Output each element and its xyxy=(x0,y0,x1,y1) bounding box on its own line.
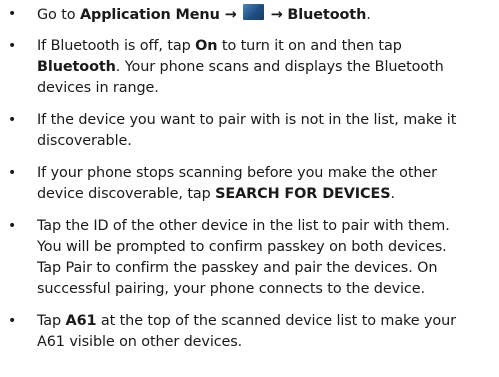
instruction-text: If the device you want to pair with is n… xyxy=(37,112,457,128)
instruction-text: If your phone stops scanning before you … xyxy=(37,165,437,181)
instruction-text: at the top of the scanned device list to… xyxy=(96,313,456,329)
instruction-text: discoverable. xyxy=(37,133,132,149)
instruction-line: Bluetooth. Your phone scans and displays… xyxy=(37,57,444,78)
instruction-line: If Bluetooth is off, tap On to turn it o… xyxy=(37,36,402,57)
instruction-line: Go to Application Menu → → Bluetooth. xyxy=(37,4,371,26)
instruction-bold-text: SEARCH FOR DEVICES xyxy=(215,186,391,202)
instruction-bold-text: On xyxy=(195,38,218,54)
bullet: • xyxy=(8,38,17,54)
instruction-line: discoverable. xyxy=(37,131,132,152)
bullet: • xyxy=(8,218,17,234)
bullet: • xyxy=(8,313,17,329)
instruction-text: A61 visible on other devices. xyxy=(37,334,243,350)
instruction-bold-text: A61 xyxy=(65,313,97,329)
instruction-bold-text: → Bluetooth xyxy=(270,7,367,23)
instruction-text: If Bluetooth is off, tap xyxy=(37,38,196,54)
instruction-text: devices in range. xyxy=(37,80,159,96)
instruction-line: A61 visible on other devices. xyxy=(37,332,242,353)
instruction-text: . xyxy=(390,186,396,202)
bullet: • xyxy=(8,165,17,181)
instruction-text: device discoverable, tap xyxy=(37,186,216,202)
instruction-bold-text: Application Menu → xyxy=(79,7,237,23)
instruction-line: If your phone stops scanning before you … xyxy=(37,163,437,184)
instruction-text: . Your phone scans and displays the Blue… xyxy=(115,59,444,75)
instruction-text: Tap xyxy=(37,313,66,329)
instruction-document: • Go to Application Menu → → Bluetooth . … xyxy=(0,0,499,377)
instruction-line: devices in range. xyxy=(37,78,159,99)
instruction-line: device discoverable, tap SEARCH FOR DEVI… xyxy=(37,184,395,205)
instruction-text: Tap the ID of the other device in the li… xyxy=(37,218,450,234)
instruction-line: Tap A61 at the top of the scanned device… xyxy=(37,311,456,332)
bullet: • xyxy=(8,6,17,22)
instruction-line: You will be prompted to confirm passkey … xyxy=(37,237,447,258)
instruction-bold-text: Bluetooth xyxy=(37,59,116,75)
instruction-line: successful pairing, your phone connects … xyxy=(37,279,425,300)
instruction-line: Tap Pair to confirm the passkey and pair… xyxy=(37,258,438,279)
bullet: • xyxy=(8,112,17,128)
instruction-text: to turn it on and then tap xyxy=(217,38,402,54)
instruction-text: successful pairing, your phone connects … xyxy=(37,281,425,297)
instruction-line: Tap the ID of the other device in the li… xyxy=(37,216,450,237)
instruction-text: Go to xyxy=(37,7,80,23)
instruction-text: . xyxy=(366,7,371,23)
application-menu-icon xyxy=(243,4,265,20)
instruction-text: Tap Pair to confirm the passkey and pair… xyxy=(37,260,438,276)
instruction-text: You will be prompted to confirm passkey … xyxy=(37,239,447,255)
instruction-line: If the device you want to pair with is n… xyxy=(37,110,456,131)
